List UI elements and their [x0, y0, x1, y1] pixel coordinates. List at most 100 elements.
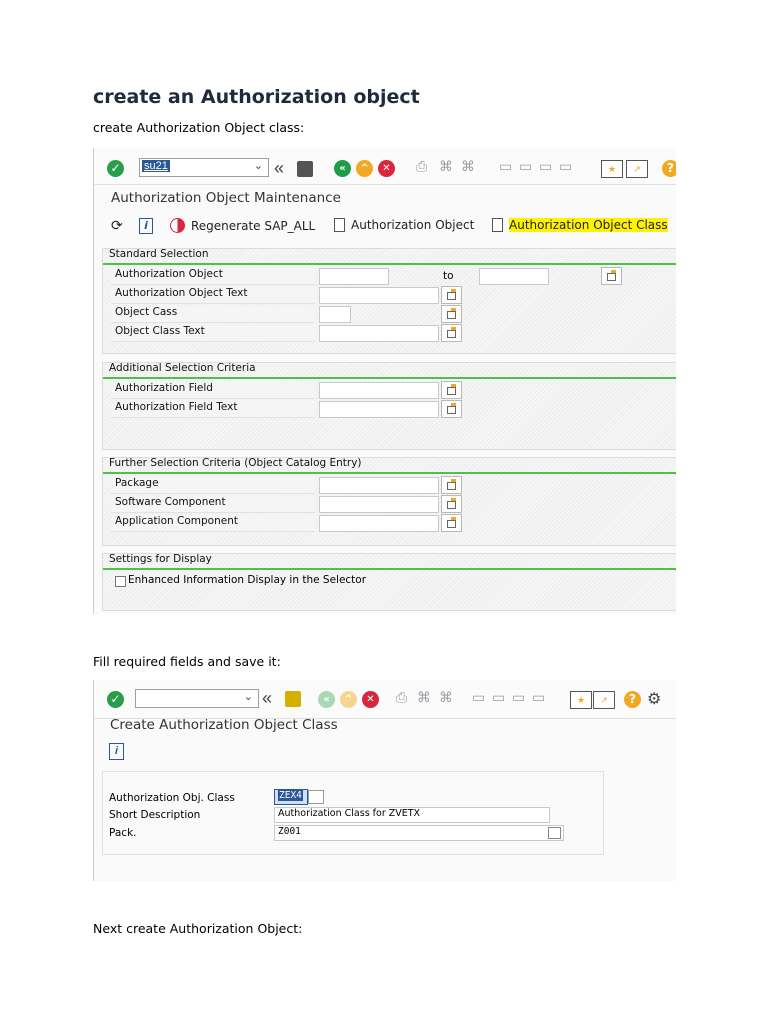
- double-chevron-left-icon[interactable]: «: [274, 158, 284, 179]
- authorization-object-class-button[interactable]: Authorization Object Class: [492, 218, 668, 232]
- multiple-selection-icon[interactable]: [441, 514, 462, 532]
- class-input[interactable]: ZEX4: [274, 789, 308, 805]
- application-component-input[interactable]: [319, 515, 439, 532]
- last-page-icon[interactable]: ▭: [532, 690, 545, 706]
- save-icon[interactable]: [297, 161, 313, 177]
- info-icon: i: [139, 218, 153, 234]
- multiple-selection-icon[interactable]: [441, 286, 462, 304]
- find-icon[interactable]: ⌘: [439, 159, 453, 175]
- section-title: Standard Selection: [109, 248, 209, 260]
- information-button[interactable]: i: [139, 218, 153, 234]
- enhanced-display-checkbox[interactable]: [115, 576, 126, 587]
- screenshot-create-class: ✓ ⌄ « « ^ ✕ ⎙ ⌘ ⌘ ▭ ▭ ▭ ▭ ★ ↗ ? ⚙ Create…: [93, 680, 676, 881]
- help-icon[interactable]: ?: [662, 160, 676, 177]
- section-divider: [103, 568, 676, 570]
- sap-toolbar: ✓ ⌄ « « ^ ✕ ⎙ ⌘ ⌘ ▭ ▭ ▭ ▭ ★ ↗ ? ⚙: [94, 680, 676, 719]
- next-page-icon[interactable]: ▭: [512, 690, 525, 706]
- value-help-icon[interactable]: [308, 790, 324, 804]
- previous-page-icon[interactable]: ▭: [519, 159, 532, 175]
- enter-icon[interactable]: ✓: [107, 160, 124, 177]
- row-label: Authorization Field: [111, 382, 315, 399]
- help-icon[interactable]: ?: [624, 691, 641, 708]
- authorization-object-label: Authorization Object: [351, 218, 475, 232]
- cancel-icon[interactable]: ✕: [362, 691, 379, 708]
- find-next-icon[interactable]: ⌘: [461, 159, 475, 175]
- screenshot-su21: ✓ su21 ⌄ « « ^ ✕ ⎙ ⌘ ⌘ ▭ ▭ ▭ ▭ ★ ↗ ? Aut…: [93, 148, 676, 614]
- print-icon[interactable]: ⎙: [416, 159, 427, 175]
- command-field[interactable]: su21 ⌄: [139, 158, 269, 177]
- package-value: Z001: [278, 826, 301, 837]
- multiple-selection-icon[interactable]: [441, 495, 462, 513]
- section-title: Additional Selection Criteria: [109, 362, 256, 374]
- previous-page-icon[interactable]: ▭: [492, 690, 505, 706]
- last-page-icon[interactable]: ▭: [559, 159, 572, 175]
- class-value: ZEX4: [278, 790, 303, 801]
- screen-title: Authorization Object Maintenance: [111, 190, 341, 206]
- double-chevron-left-icon[interactable]: «: [262, 688, 272, 709]
- enter-icon[interactable]: ✓: [107, 691, 124, 708]
- authorization-object-text-input[interactable]: [319, 287, 439, 304]
- multiple-selection-icon[interactable]: [601, 267, 622, 285]
- description-input[interactable]: Authorization Class for ZVETX: [274, 807, 550, 823]
- new-session-icon[interactable]: ★: [601, 160, 623, 178]
- document-icon: [492, 218, 503, 232]
- save-icon[interactable]: [285, 691, 301, 707]
- find-next-icon[interactable]: ⌘: [439, 690, 453, 706]
- regenerate-icon: [170, 218, 185, 233]
- chevron-down-icon[interactable]: ⌄: [244, 690, 253, 703]
- command-field[interactable]: ⌄: [135, 689, 259, 708]
- back-icon[interactable]: «: [334, 160, 351, 177]
- doc-paragraph-3: Next create Authorization Object:: [93, 921, 303, 936]
- execute-button[interactable]: ⟳: [111, 218, 123, 234]
- next-page-icon[interactable]: ▭: [539, 159, 552, 175]
- multiple-selection-icon[interactable]: [441, 324, 462, 342]
- multiple-selection-icon[interactable]: [441, 305, 462, 323]
- authorization-object-to-input[interactable]: [479, 268, 549, 285]
- section-divider: [103, 472, 676, 474]
- multiple-selection-icon[interactable]: [441, 381, 462, 399]
- package-input[interactable]: Z001: [274, 825, 564, 841]
- regenerate-label: Regenerate SAP_ALL: [191, 218, 316, 233]
- chevron-down-icon[interactable]: ⌄: [254, 159, 263, 172]
- row-label: Object Class Text: [111, 325, 315, 342]
- find-icon[interactable]: ⌘: [417, 690, 431, 706]
- regenerate-sap-all-button[interactable]: Regenerate SAP_ALL: [170, 218, 315, 233]
- authorization-object-class-label: Authorization Object Class: [509, 218, 668, 232]
- authorization-object-from-input[interactable]: [319, 268, 389, 285]
- row-label: Software Component: [111, 496, 315, 513]
- row-label: Application Component: [111, 515, 315, 532]
- multiple-selection-icon[interactable]: [441, 400, 462, 418]
- description-label: Short Description: [109, 809, 201, 821]
- section-divider: [103, 377, 676, 379]
- row-label: Authorization Field Text: [111, 401, 315, 418]
- exit-icon[interactable]: ^: [340, 691, 357, 708]
- authorization-object-button[interactable]: Authorization Object: [334, 218, 474, 232]
- additional-selection-section: Additional Selection Criteria Authorizat…: [102, 362, 676, 450]
- info-icon[interactable]: i: [109, 743, 124, 760]
- gear-icon[interactable]: ⚙: [647, 689, 661, 709]
- exit-icon[interactable]: ^: [356, 160, 373, 177]
- software-component-input[interactable]: [319, 496, 439, 513]
- shortcut-icon[interactable]: ↗: [626, 160, 648, 178]
- to-label: to: [443, 270, 454, 282]
- value-help-icon[interactable]: [548, 827, 561, 839]
- object-class-text-input[interactable]: [319, 325, 439, 342]
- document-icon: [334, 218, 345, 232]
- first-page-icon[interactable]: ▭: [472, 690, 485, 706]
- doc-paragraph-1: create Authorization Object class:: [93, 120, 305, 135]
- multiple-selection-icon[interactable]: [441, 476, 462, 494]
- display-settings-section: Settings for Display Enhanced Informatio…: [102, 553, 676, 611]
- doc-paragraph-2: Fill required fields and save it:: [93, 654, 281, 669]
- package-input[interactable]: [319, 477, 439, 494]
- print-icon[interactable]: ⎙: [396, 690, 407, 706]
- new-session-icon[interactable]: ★: [570, 691, 592, 709]
- row-label: Authorization Object: [111, 268, 315, 285]
- authorization-field-input[interactable]: [319, 382, 439, 399]
- back-icon[interactable]: «: [318, 691, 335, 708]
- section-title: Further Selection Criteria (Object Catal…: [109, 457, 362, 469]
- cancel-icon[interactable]: ✕: [378, 160, 395, 177]
- authorization-field-text-input[interactable]: [319, 401, 439, 418]
- first-page-icon[interactable]: ▭: [499, 159, 512, 175]
- shortcut-icon[interactable]: ↗: [593, 691, 615, 709]
- object-class-input[interactable]: [319, 306, 351, 323]
